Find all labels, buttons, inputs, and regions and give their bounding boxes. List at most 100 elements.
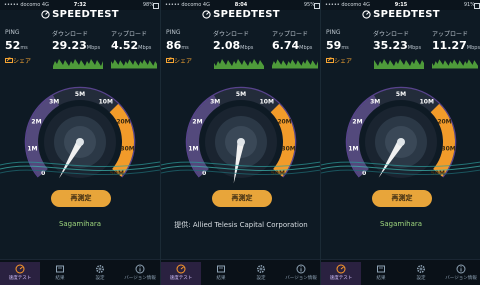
metrics-panel: PING 52ms ダウンロード 29.23Mbps アップロード 4.52Mbps シェア: [5, 29, 157, 74]
wave-decoration: [321, 161, 480, 176]
share-button[interactable]: シェア: [5, 56, 31, 65]
share-button[interactable]: シェア: [326, 56, 352, 65]
gauge-tick-label: 5M: [75, 91, 85, 98]
upload-unit: Mbps: [138, 45, 152, 51]
upload-graph: [432, 59, 478, 69]
tab-speedtest[interactable]: 速度テスト: [161, 262, 201, 285]
download-graph: [374, 59, 424, 69]
speedometer-icon: [336, 264, 346, 274]
ping-unit: ms: [181, 45, 189, 51]
wave-decoration: [0, 161, 160, 176]
tab-label: バージョン情報: [124, 276, 156, 281]
gauge-tick-label: 20M: [437, 119, 451, 126]
logo-text: SPEEDTEST: [52, 9, 119, 20]
tab-label: 速度テスト: [8, 276, 32, 281]
gear-icon: [256, 264, 266, 274]
server-location[interactable]: 提供: Allied Telesis Capital Corporation: [161, 220, 320, 230]
retest-button[interactable]: 再測定: [51, 190, 111, 207]
download-value: 29.23: [52, 39, 87, 52]
speedometer-icon: [362, 9, 371, 19]
share-button[interactable]: シェア: [166, 56, 192, 65]
tab-settings[interactable]: 設定: [401, 262, 441, 285]
tab-bar: 速度テスト 結果 設定 バージョン情報: [0, 259, 160, 285]
ping-value: 86: [166, 39, 182, 52]
tab-label: 設定: [256, 276, 266, 281]
logo-text: SPEEDTEST: [373, 9, 440, 20]
download-value: 35.23: [373, 39, 408, 52]
tab-results[interactable]: 結果: [40, 262, 80, 285]
tab-label: 結果: [376, 276, 386, 281]
tab-label: 設定: [95, 276, 105, 281]
upload-value-row: 6.74Mbps: [272, 39, 312, 52]
server-location[interactable]: Sagamihara: [321, 220, 480, 228]
download-unit: Mbps: [86, 45, 101, 51]
tab-label: 速度テスト: [329, 276, 353, 281]
gauge-tick-label: 10M: [420, 99, 434, 106]
speedtest-logo: SPEEDTEST: [321, 9, 480, 20]
tab-bar: 速度テスト 結果 設定 バージョン情報: [161, 259, 320, 285]
gear-icon: [416, 264, 426, 274]
tab-about[interactable]: バージョン情報: [441, 262, 480, 285]
tab-about[interactable]: バージョン情報: [120, 262, 160, 285]
phone-screen: ••••• docomo 4G 8:04 95% SPEEDTEST PING 86ms ダ…: [160, 0, 320, 285]
download-value-row: 2.08Mbps: [213, 39, 253, 52]
gauge-tick-label: 3M: [370, 99, 380, 106]
tab-settings[interactable]: 設定: [241, 262, 281, 285]
tab-label: 結果: [55, 276, 65, 281]
share-label: シェア: [334, 58, 353, 65]
metrics-panel: PING 59ms ダウンロード 35.23Mbps アップロード 11.27Mbps シェ…: [326, 29, 480, 74]
info-icon: [296, 264, 306, 274]
share-icon: [5, 57, 13, 63]
upload-value: 4.52: [111, 39, 139, 52]
gauge-tick-label: 3M: [49, 99, 59, 106]
share-icon: [166, 57, 174, 63]
gauge-tick-label: 5M: [236, 91, 246, 98]
tab-speedtest[interactable]: 速度テスト: [321, 262, 361, 285]
gauge-tick-label: 2M: [31, 119, 41, 126]
tab-label: 設定: [416, 276, 426, 281]
gauge-tick-label: 3M: [210, 99, 220, 106]
needle-pivot: [76, 138, 84, 146]
tab-label: 結果: [216, 276, 226, 281]
tab-bar: 速度テスト 結果 設定 バージョン情報: [321, 259, 480, 285]
upload-value-row: 4.52Mbps: [111, 39, 151, 52]
gauge-tick-label: 10M: [260, 99, 274, 106]
tab-settings[interactable]: 設定: [80, 262, 120, 285]
tab-label: 速度テスト: [169, 276, 193, 281]
results-icon: [56, 265, 64, 273]
results-icon: [217, 265, 225, 273]
ping-label: PING: [326, 29, 341, 36]
retest-button[interactable]: 再測定: [372, 190, 432, 207]
download-value: 2.08: [213, 39, 241, 52]
tab-about[interactable]: バージョン情報: [281, 262, 320, 285]
share-icon: [326, 57, 334, 63]
download-value-row: 35.23Mbps: [373, 39, 421, 52]
retest-button[interactable]: 再測定: [212, 190, 272, 207]
upload-label: アップロード: [432, 31, 469, 38]
info-icon: [456, 264, 466, 274]
gauge-tick-label: 20M: [116, 119, 130, 126]
download-value-row: 29.23Mbps: [52, 39, 100, 52]
ping-value-row: 52ms: [5, 39, 28, 52]
upload-value: 6.74: [272, 39, 300, 52]
gauge-tick-label: 10M: [99, 99, 113, 106]
download-graph: [53, 59, 103, 69]
download-unit: Mbps: [407, 45, 422, 51]
upload-value: 11.27: [432, 39, 467, 52]
needle-pivot: [237, 138, 245, 146]
speedometer-icon: [15, 264, 25, 274]
logo-text: SPEEDTEST: [213, 9, 280, 20]
server-location[interactable]: Sagamihara: [0, 220, 160, 228]
phone-screen: ••••• docomo 4G 7:32 98% SPEEDTEST PING 52ms ダ…: [0, 0, 160, 285]
tab-speedtest[interactable]: 速度テスト: [0, 262, 40, 285]
gauge-tick-label: 5M: [396, 91, 406, 98]
screenshot-collage: ••••• docomo 4G 7:32 98% SPEEDTEST PING 52ms ダ…: [0, 0, 480, 285]
gauge-tick-label: 2M: [352, 119, 362, 126]
tab-results[interactable]: 結果: [201, 262, 241, 285]
ping-unit: ms: [20, 45, 28, 51]
upload-value-row: 11.27Mbps: [432, 39, 480, 52]
phone-screen: ••••• docomo 4G 9:15 91% SPEEDTEST PING 59ms ダ…: [320, 0, 480, 285]
tab-results[interactable]: 結果: [361, 262, 401, 285]
speedtest-logo: SPEEDTEST: [161, 9, 320, 20]
ping-label: PING: [166, 29, 181, 36]
